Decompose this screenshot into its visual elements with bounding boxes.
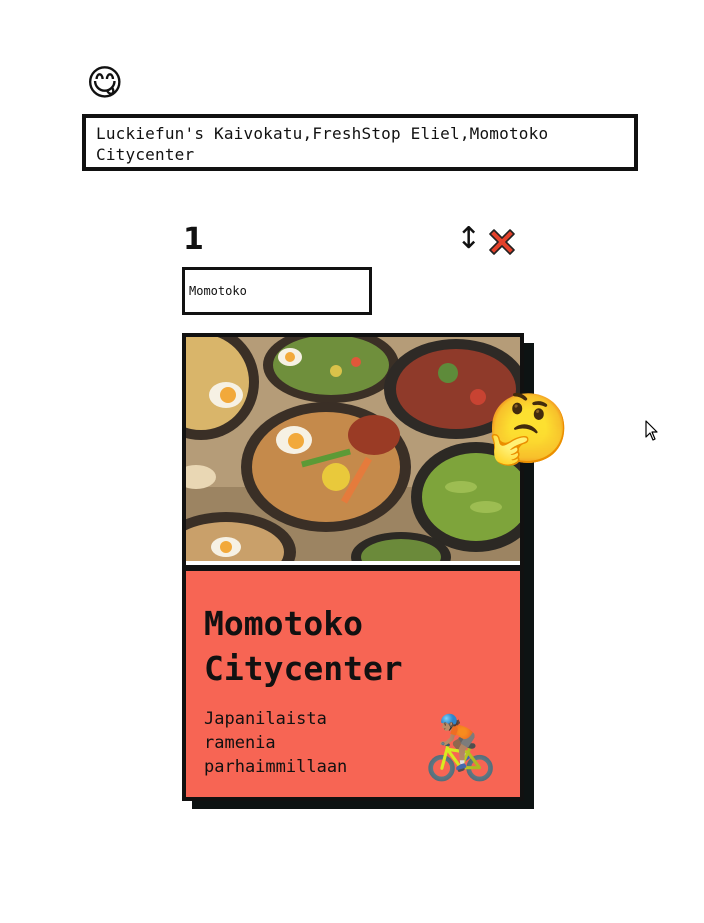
mouse-cursor-icon (645, 420, 658, 441)
ramen-bowls-illustration (186, 337, 520, 561)
card-info-panel: Momotoko Citycenter Japanilaista ramenia… (186, 571, 520, 797)
thinking-face-icon[interactable]: 🤔 (486, 396, 571, 464)
reorder-arrows-icon[interactable]: ↕ (456, 224, 481, 254)
position-number: 1 (183, 222, 204, 257)
restaurant-title: Momotoko Citycenter (204, 604, 403, 688)
favorites-list-box: Luckiefun's Kaivokatu,FreshStop Eliel,Mo… (82, 114, 638, 171)
restaurant-name-input[interactable] (182, 267, 372, 315)
bicycle-delivery-icon: 🚴🏽 (422, 711, 500, 784)
food-photo (186, 337, 520, 561)
restaurant-description: Japanilaista ramenia parhaimmillaan (204, 709, 348, 777)
close-icon[interactable] (485, 225, 519, 259)
restaurant-card[interactable]: Momotoko Citycenter Japanilaista ramenia… (182, 333, 524, 801)
yum-emoji-icon: 😋 (86, 63, 124, 104)
